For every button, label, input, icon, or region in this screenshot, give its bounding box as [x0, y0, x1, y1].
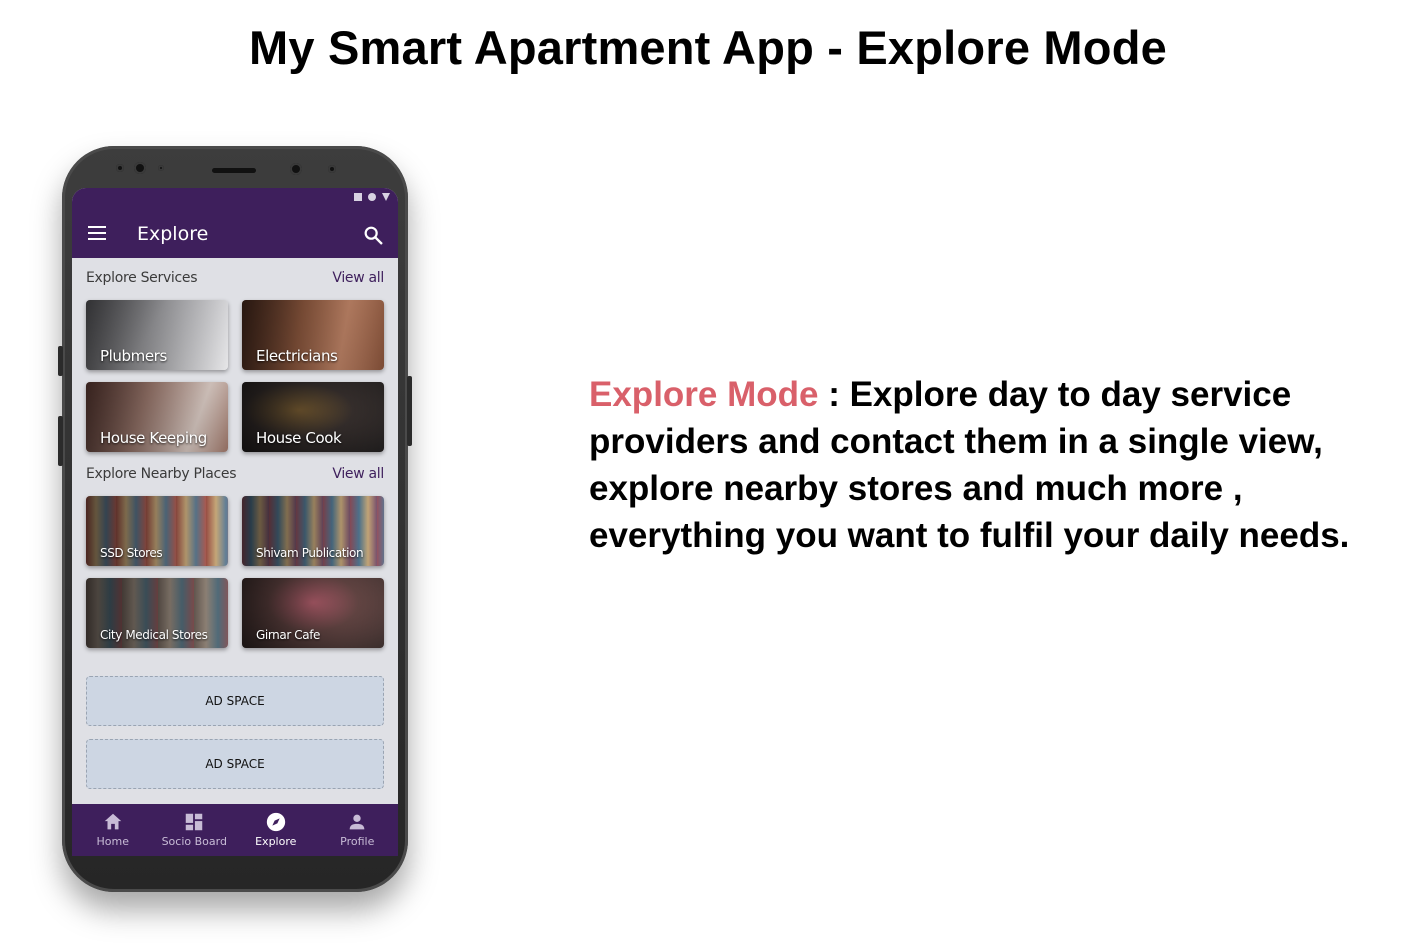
search-icon[interactable]: [362, 224, 384, 246]
nav-socio-board[interactable]: Socio Board: [154, 804, 236, 856]
sensor-dot: [158, 165, 164, 171]
tile-label: Plubmers: [100, 347, 167, 365]
app-bar: Explore: [72, 212, 398, 258]
ad-space-banner[interactable]: AD SPACE: [86, 676, 384, 726]
home-icon: [104, 813, 121, 830]
services-heading: Explore Services: [86, 270, 198, 286]
menu-icon[interactable]: [88, 226, 106, 242]
phone-power-button: [407, 376, 412, 446]
sensor-dot: [328, 165, 336, 173]
nearby-section-header: Explore Nearby Places View all: [86, 466, 384, 486]
place-tile-city-medical-stores[interactable]: City Medical Stores: [86, 578, 228, 648]
nav-label: Profile: [340, 835, 375, 848]
front-camera-2: [290, 163, 302, 175]
wifi-icon: [382, 193, 390, 201]
earpiece-speaker: [212, 168, 256, 173]
nav-label: Home: [96, 835, 129, 848]
tile-label: Girnar Cafe: [256, 628, 321, 642]
tile-label: Electricians: [256, 347, 338, 365]
place-tile-ssd-stores[interactable]: SSD Stores: [86, 496, 228, 566]
bottom-navigation: Home Socio Board Explore Profile: [72, 804, 398, 856]
front-camera: [134, 162, 146, 174]
nearby-heading: Explore Nearby Places: [86, 466, 237, 482]
phone-side-button: [58, 346, 63, 376]
notification-icon: [354, 193, 362, 201]
nav-label: Explore: [255, 835, 297, 848]
description-highlight: Explore Mode: [589, 375, 819, 414]
tile-label: SSD Stores: [100, 546, 163, 560]
status-bar: [72, 188, 398, 212]
place-tile-girnar-cafe[interactable]: Girnar Cafe: [242, 578, 384, 648]
nav-home[interactable]: Home: [72, 804, 154, 856]
nav-profile[interactable]: Profile: [317, 804, 399, 856]
dashboard-icon: [186, 813, 203, 831]
services-section-header: Explore Services View all: [86, 270, 384, 290]
feature-description: Explore Mode : Explore day to day servic…: [589, 371, 1379, 559]
services-view-all-link[interactable]: View all: [332, 270, 384, 286]
tile-label: House Keeping: [100, 429, 207, 447]
compass-icon: [266, 812, 285, 832]
ad-space-banner[interactable]: AD SPACE: [86, 739, 384, 789]
service-tile-house-cook[interactable]: House Cook: [242, 382, 384, 452]
nav-label: Socio Board: [161, 835, 227, 848]
tile-label: Shivam Publication: [256, 546, 364, 560]
service-tile-house-keeping[interactable]: House Keeping: [86, 382, 228, 452]
service-tile-electricians[interactable]: Electricians: [242, 300, 384, 370]
sensor-dot: [116, 164, 124, 172]
tile-label: City Medical Stores: [100, 628, 208, 642]
phone-mockup: Explore Explore Services View all Plubme…: [58, 146, 412, 892]
service-tile-plumbers[interactable]: Plubmers: [86, 300, 228, 370]
appbar-title: Explore: [137, 223, 209, 245]
nav-explore[interactable]: Explore: [235, 804, 317, 856]
signal-icon: [368, 193, 376, 201]
place-tile-shivam-publication[interactable]: Shivam Publication: [242, 496, 384, 566]
nearby-view-all-link[interactable]: View all: [332, 466, 384, 482]
page-title: My Smart Apartment App - Explore Mode: [249, 21, 1167, 74]
tile-label: House Cook: [256, 429, 342, 447]
phone-screen: Explore Explore Services View all Plubme…: [72, 188, 398, 856]
phone-side-button: [58, 416, 63, 466]
person-icon: [349, 814, 365, 830]
